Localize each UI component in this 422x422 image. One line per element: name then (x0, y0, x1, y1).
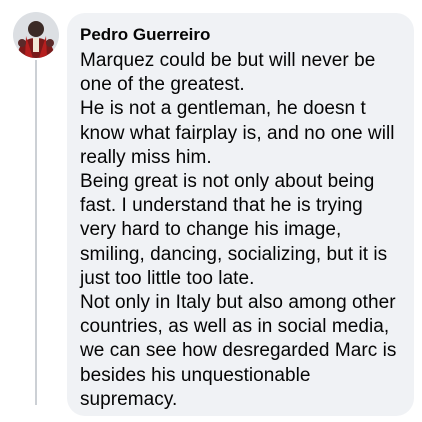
comment-bubble: Pedro Guerreiro Marquez could be but wil… (67, 13, 414, 416)
comment-paragraph: Not only in Italy but also among other c… (80, 292, 397, 410)
comment-paragraph: Being great is not only about being fast… (80, 171, 388, 289)
comment-paragraph: Marquez could be but will never be one o… (80, 50, 376, 96)
comment-paragraph: He is not a gentleman, he doesn t know w… (80, 98, 395, 168)
comment-author[interactable]: Pedro Guerreiro (80, 24, 404, 46)
avatar[interactable] (13, 12, 59, 58)
thread-line (35, 60, 37, 405)
avatar-image (13, 12, 59, 58)
